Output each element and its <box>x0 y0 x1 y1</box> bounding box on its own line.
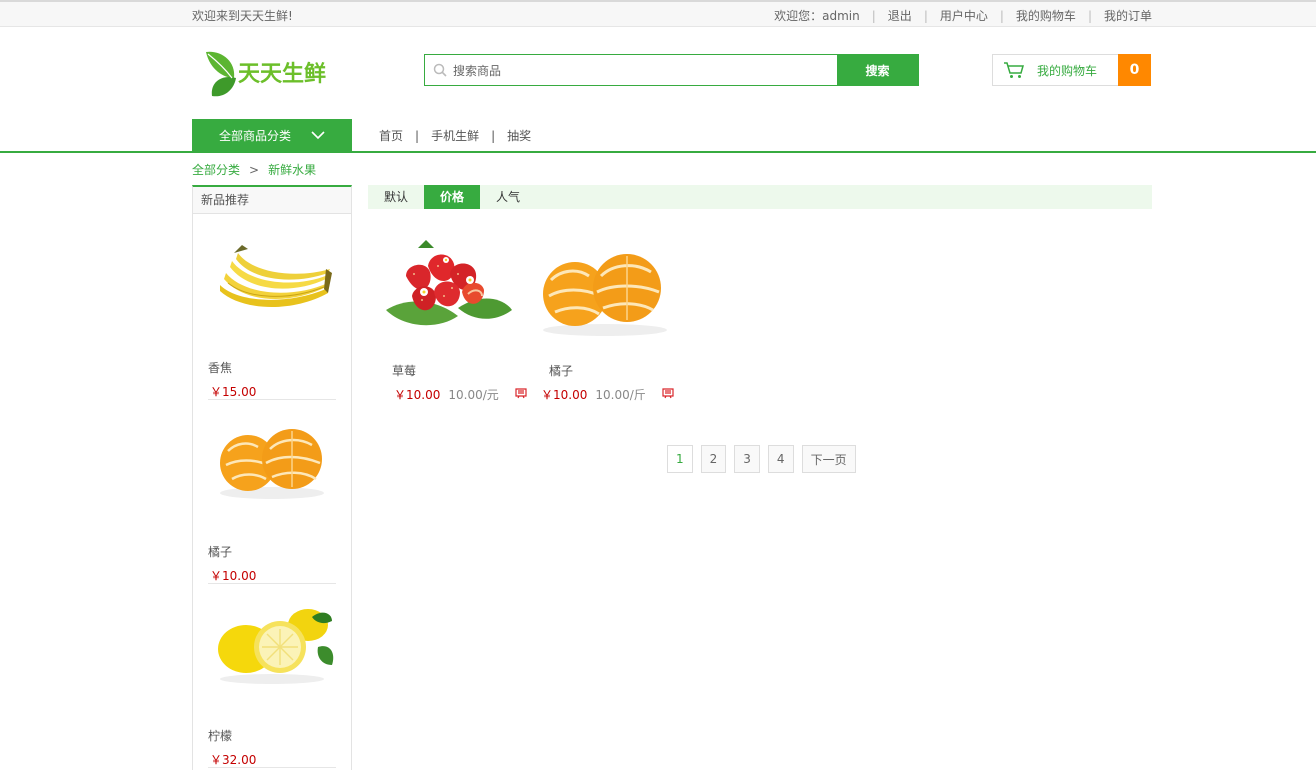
product-price: ￥10.00 <box>394 388 441 402</box>
sidebar-title: 新品推荐 <box>193 187 351 214</box>
nav-lottery-link[interactable]: 抽奖 <box>507 127 531 144</box>
nav-divider-line <box>0 151 1316 153</box>
divider: | <box>491 128 496 143</box>
sidebar-item-name: 橘子 <box>208 545 233 559</box>
add-to-cart-icon[interactable] <box>662 387 674 402</box>
orange-image <box>543 254 667 336</box>
breadcrumb-current[interactable]: 新鲜水果 <box>268 161 316 178</box>
new-products-sidebar: 新品推荐 香焦 ￥15.00 橘子 ￥10.00 柠檬 ￥32.00 <box>192 185 352 770</box>
divider: | <box>999 8 1004 23</box>
my-orders-link[interactable]: 我的订单 <box>1104 7 1152 24</box>
logo-text: 天天生鲜 <box>238 62 326 87</box>
search-input[interactable]: 搜索商品 <box>425 55 837 85</box>
sidebar-item[interactable]: 橘子 ￥10.00 <box>208 407 336 584</box>
main-nav: 首页 | 手机生鲜 | 抽奖 <box>379 127 531 144</box>
search-icon <box>433 63 447 77</box>
all-categories-button[interactable]: 全部商品分类 <box>192 119 352 151</box>
product-price-row: ￥10.00 10.00/斤 <box>541 386 674 403</box>
my-cart-link[interactable]: 我的购物车 <box>1016 7 1076 24</box>
header-cart[interactable]: 我的购物车 0 <box>992 54 1151 86</box>
cart-count-badge: 0 <box>1118 54 1151 86</box>
product-unit-price: 10.00/元 <box>448 388 499 402</box>
product-card[interactable]: 橘子 ￥10.00 10.00/斤 <box>535 230 675 402</box>
sidebar-item[interactable]: 柠檬 ￥32.00 <box>208 591 336 768</box>
next-page-button[interactable]: 下一页 <box>801 445 856 473</box>
sort-tab-default[interactable]: 默认 <box>368 185 424 209</box>
product-price: ￥10.00 <box>541 388 588 402</box>
orange-image <box>220 429 324 499</box>
sidebar-item-price: ￥32.00 <box>210 753 257 767</box>
sort-bar: 默认 价格 人气 <box>368 185 1152 209</box>
breadcrumb: 全部分类 > 新鲜水果 <box>192 161 316 178</box>
search-box: 搜索商品 搜索 <box>424 54 919 86</box>
divider: | <box>415 128 420 143</box>
logout-link[interactable]: 退出 <box>888 7 912 24</box>
product-price-row: ￥10.00 10.00/元 <box>394 386 527 403</box>
user-greeting: 欢迎您：admin <box>774 9 860 23</box>
page-4-button[interactable]: 4 <box>767 445 794 473</box>
sort-tab-price[interactable]: 价格 <box>424 185 481 209</box>
all-categories-label: 全部商品分类 <box>218 128 291 143</box>
banana-image <box>220 245 332 308</box>
add-to-cart-icon[interactable] <box>515 387 527 402</box>
sidebar-item-name: 柠檬 <box>208 729 233 743</box>
nav-mobile-fresh-link[interactable]: 手机生鲜 <box>431 127 479 144</box>
user-center-link[interactable]: 用户中心 <box>940 7 988 24</box>
page-3-button[interactable]: 3 <box>734 445 760 473</box>
product-card[interactable]: 草莓 ￥10.00 10.00/元 <box>378 230 527 402</box>
sidebar-item-price: ￥10.00 <box>210 569 257 583</box>
sidebar-item-price: ￥15.00 <box>210 385 257 399</box>
site-logo[interactable]: 天天生鲜 <box>204 48 326 98</box>
top-links: 欢迎您：admin | 退出 | 用户中心 | 我的购物车 | 我的订单 <box>774 7 1152 24</box>
product-unit-price: 10.00/斤 <box>595 388 646 402</box>
search-button[interactable]: 搜索 <box>837 55 918 85</box>
breadcrumb-arrow: > <box>249 162 260 177</box>
cart-label-box[interactable]: 我的购物车 <box>993 55 1118 85</box>
divider: | <box>1087 8 1092 23</box>
sidebar-item[interactable]: 香焦 ￥15.00 <box>208 223 336 400</box>
search-placeholder: 搜索商品 <box>453 63 502 78</box>
welcome-text: 欢迎来到天天生鲜! <box>192 9 293 23</box>
page-1-button[interactable]: 1 <box>667 445 693 473</box>
top-bar: 欢迎来到天天生鲜! 欢迎您：admin | 退出 | 用户中心 | 我的购物车 … <box>0 0 1316 27</box>
chevron-down-icon <box>311 130 325 139</box>
product-name: 橘子 <box>549 364 574 378</box>
breadcrumb-root[interactable]: 全部分类 <box>192 161 240 178</box>
divider: | <box>871 8 876 23</box>
cart-label: 我的购物车 <box>1037 63 1098 78</box>
strawberry-image <box>386 240 512 326</box>
sidebar-item-name: 香焦 <box>208 361 233 375</box>
nav-home-link[interactable]: 首页 <box>379 127 403 144</box>
divider: | <box>923 8 928 23</box>
logo-leaf-icon: 天天生鲜 <box>206 51 326 97</box>
product-name: 草莓 <box>392 364 417 378</box>
sort-tab-popularity[interactable]: 人气 <box>480 185 536 209</box>
pagination: 1 2 3 4 下一页 <box>667 445 864 473</box>
lemon-image <box>218 609 334 684</box>
cart-icon <box>1004 62 1024 78</box>
page-2-button[interactable]: 2 <box>700 445 727 473</box>
